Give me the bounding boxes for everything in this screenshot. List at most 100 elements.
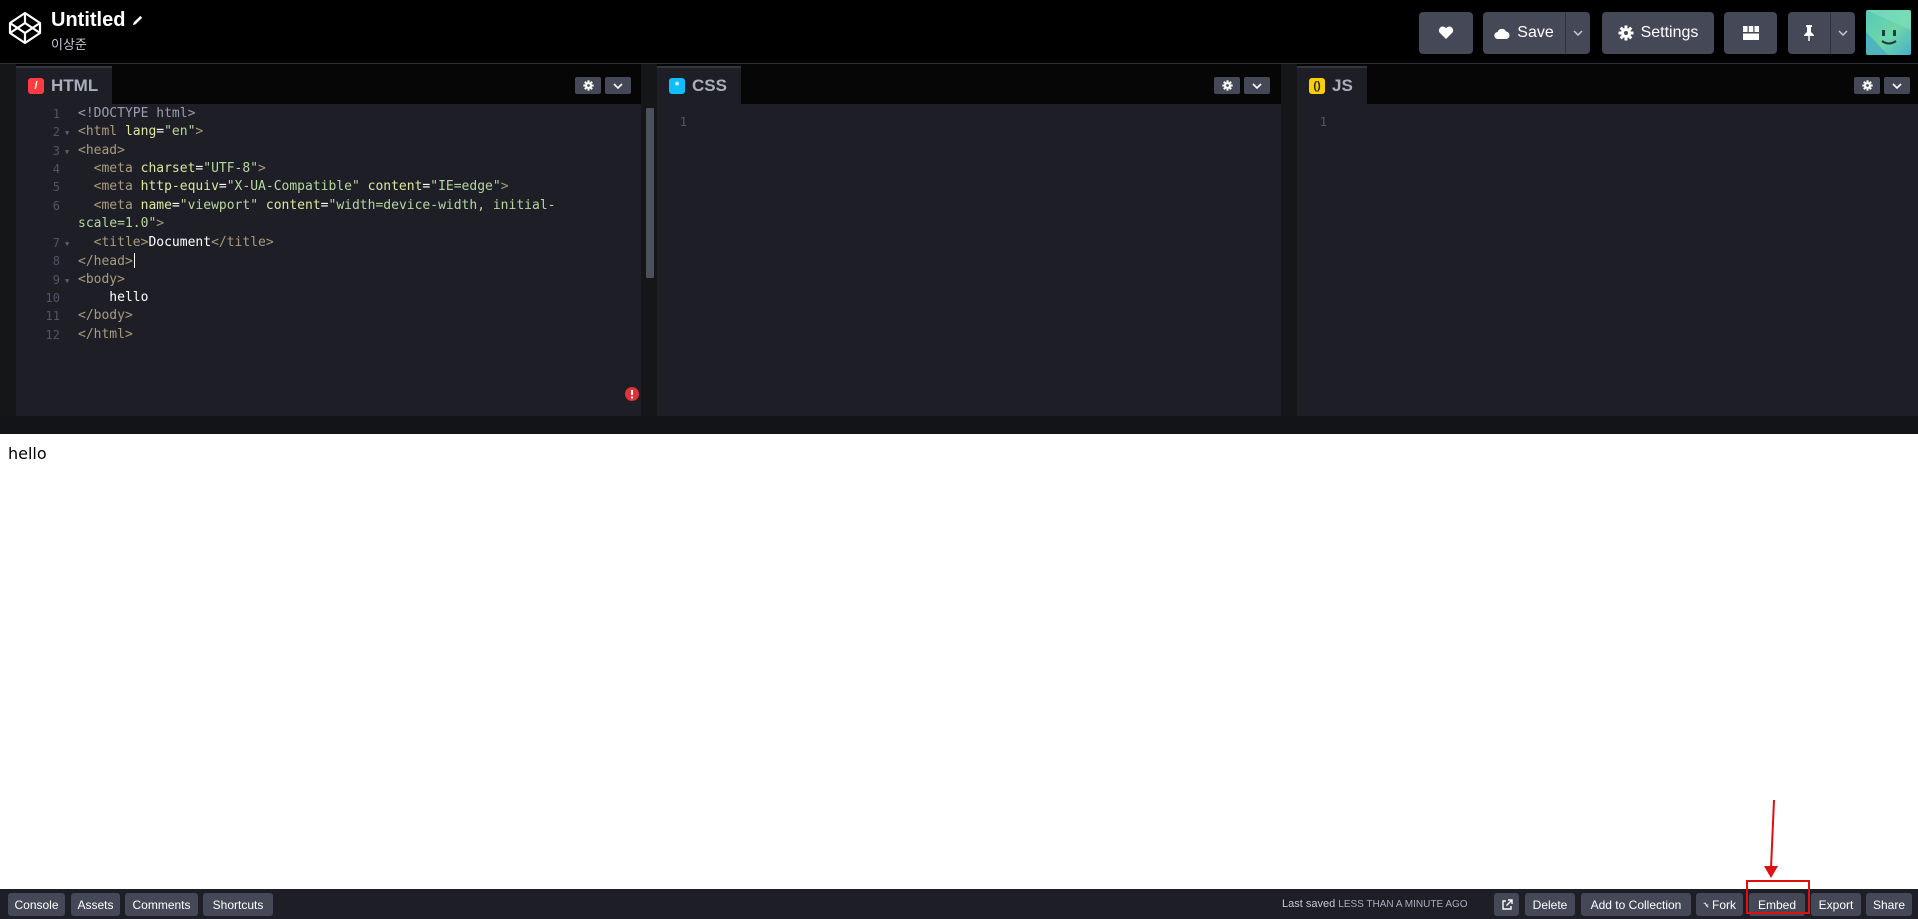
line-number: 1 (679, 115, 687, 129)
html-tab-label: HTML (51, 76, 99, 95)
gear-icon (1221, 80, 1233, 91)
tab-html[interactable]: / HTML (16, 66, 113, 104)
fold-arrow-icon[interactable]: ▼ (65, 240, 69, 248)
pin-options-button[interactable] (1831, 12, 1855, 54)
html-settings-button[interactable] (575, 77, 601, 94)
open-in-new-window-button[interactable] (1494, 893, 1519, 916)
line-number: 10 (45, 291, 60, 305)
css-collapse-button[interactable] (1244, 77, 1270, 94)
editor-left-gutter[interactable] (0, 64, 16, 416)
line-number: 4 (52, 162, 60, 176)
author-name[interactable]: 이상준 (51, 34, 144, 53)
preview-resize-bar[interactable] (0, 416, 1918, 434)
editor-resize-handle[interactable] (1281, 64, 1297, 416)
avatar-face-icon (1866, 10, 1911, 55)
delete-button[interactable]: Delete (1525, 893, 1575, 916)
line-number: 2 (52, 125, 60, 139)
fold-arrow-icon[interactable]: ▼ (65, 148, 69, 156)
chevron-down-icon (1252, 82, 1262, 89)
line-number: 1 (52, 107, 60, 121)
js-editor: () JS 1 (1297, 64, 1918, 416)
code-line: hello (78, 290, 149, 305)
pin-button[interactable] (1788, 12, 1830, 54)
settings-label: Settings (1640, 24, 1699, 41)
line-number: 8 (52, 254, 60, 268)
css-tab-label: CSS (692, 76, 727, 95)
last-saved-label: Last saved (1282, 898, 1339, 910)
code-line: <html lang="en"> (78, 124, 204, 139)
pin-icon (1804, 25, 1814, 41)
settings-button[interactable]: Settings (1602, 12, 1714, 54)
tab-js[interactable]: () JS (1297, 66, 1367, 104)
gear-icon (1861, 80, 1873, 91)
code-line: </body> (78, 308, 133, 323)
text-cursor (133, 253, 135, 268)
chevron-down-icon (1892, 82, 1902, 89)
js-tab-label: JS (1332, 76, 1353, 95)
share-button[interactable]: Share (1866, 893, 1912, 916)
line-number: 5 (52, 180, 60, 194)
chevron-down-icon (1573, 30, 1583, 36)
shortcuts-button[interactable]: Shortcuts (203, 893, 273, 916)
pen-title[interactable]: Untitled (51, 9, 125, 32)
gear-icon (582, 80, 594, 91)
html-code-area[interactable]: 1 2 3 4 5 6 7 8 9 10 11 12 ▼ ▼ ▼ ▼ <!DOC… (16, 104, 641, 416)
editor-area: / HTML 1 2 3 4 5 6 7 8 9 10 11 12 ▼ ▼ ▼ … (0, 64, 1918, 416)
last-saved-status: Last saved LESS THAN A MINUTE AGO (1282, 898, 1468, 910)
line-number: 3 (52, 144, 60, 158)
code-line: <meta name="viewport" content="width=dev… (78, 198, 556, 213)
pencil-edit-icon[interactable] (131, 14, 144, 27)
change-view-button[interactable] (1724, 12, 1777, 54)
user-avatar[interactable] (1866, 10, 1911, 55)
top-header: Untitled 이상준 Save Settings (0, 0, 1918, 64)
preview-output-text: hello (8, 444, 47, 463)
js-settings-button[interactable] (1854, 77, 1880, 94)
save-button[interactable]: Save (1483, 12, 1565, 54)
add-to-collection-button[interactable]: Add to Collection (1581, 893, 1691, 916)
html-editor: / HTML 1 2 3 4 5 6 7 8 9 10 11 12 ▼ ▼ ▼ … (16, 64, 654, 416)
save-options-button[interactable] (1566, 12, 1590, 54)
preview-pane: hello (0, 434, 1918, 889)
layout-grid-icon (1742, 26, 1759, 40)
pen-title-area: Untitled 이상준 (51, 9, 144, 53)
export-button[interactable]: Export (1811, 893, 1861, 916)
comments-button[interactable]: Comments (125, 893, 198, 916)
html-editor-header: / HTML (16, 64, 641, 104)
css-asterisk-icon: * (669, 78, 685, 94)
save-label: Save (1517, 24, 1554, 41)
tab-css[interactable]: * CSS (657, 66, 741, 104)
codepen-logo-icon[interactable] (7, 10, 43, 46)
code-line: </head> (78, 253, 135, 269)
code-line: <meta charset="UTF-8"> (78, 161, 266, 176)
line-number: 11 (45, 309, 60, 323)
fold-arrow-icon[interactable]: ▼ (65, 277, 69, 285)
html-slash-icon: / (28, 78, 44, 94)
line-number: 9 (52, 273, 60, 287)
chevron-down-icon (613, 82, 623, 89)
cloud-icon (1494, 28, 1510, 39)
code-line: <title>Document</title> (78, 235, 274, 250)
html-collapse-button[interactable] (605, 77, 631, 94)
fold-arrow-icon[interactable]: ▼ (65, 129, 69, 137)
code-line: <!DOCTYPE html> (78, 106, 196, 121)
fork-button[interactable]: Fork (1696, 893, 1743, 916)
code-line: scale=1.0"> (78, 216, 165, 231)
line-number: 12 (45, 328, 60, 342)
js-braces-icon: () (1309, 78, 1325, 94)
line-number: 7 (52, 236, 60, 250)
js-code-area[interactable]: 1 (1297, 104, 1918, 416)
code-line: <head> (78, 143, 125, 158)
love-button[interactable] (1419, 12, 1473, 54)
code-line: </html> (78, 327, 133, 342)
css-code-area[interactable]: 1 (657, 104, 1281, 416)
assets-button[interactable]: Assets (71, 893, 120, 916)
css-settings-button[interactable] (1214, 77, 1240, 94)
fork-label: Fork (1712, 897, 1736, 912)
error-icon[interactable] (625, 387, 639, 401)
console-button[interactable]: Console (8, 893, 65, 916)
bottom-bar: Console Assets Comments Shortcuts Last s… (0, 889, 1918, 919)
html-editor-scrollbar[interactable] (646, 108, 654, 278)
heart-icon (1438, 26, 1454, 39)
gear-icon (1618, 25, 1634, 41)
js-collapse-button[interactable] (1884, 77, 1910, 94)
